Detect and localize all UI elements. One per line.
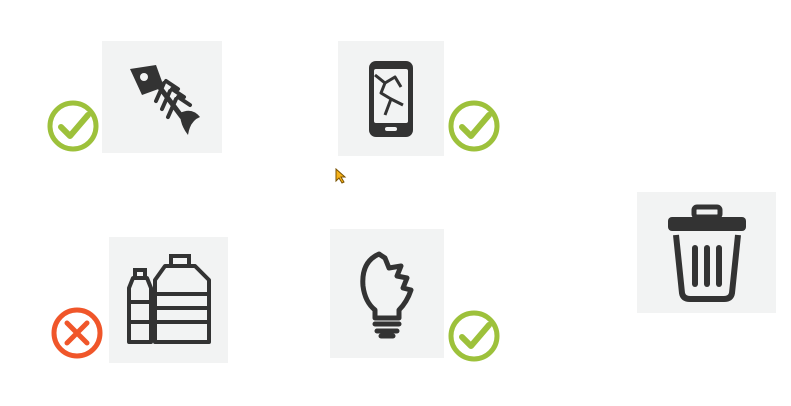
item-tile-broken-phone[interactable] bbox=[338, 41, 444, 156]
mouse-cursor-icon bbox=[335, 167, 347, 184]
status-cross-icon-plastic-bottles bbox=[50, 306, 104, 360]
broken-phone-icon bbox=[369, 60, 413, 137]
status-check-icon-broken-lightbulb bbox=[447, 309, 501, 363]
plastic-bottles-icon bbox=[126, 254, 211, 344]
fish-bone-icon bbox=[130, 65, 200, 135]
item-tile-broken-lightbulb[interactable] bbox=[330, 229, 444, 358]
trash-bin-target[interactable] bbox=[637, 192, 776, 313]
broken-lightbulb-icon bbox=[360, 251, 414, 338]
trash-bin-icon bbox=[667, 204, 746, 302]
item-tile-fish-bone[interactable] bbox=[102, 41, 222, 153]
status-check-icon-fish-bone bbox=[46, 99, 100, 153]
status-check-icon-broken-phone bbox=[447, 99, 501, 153]
item-tile-plastic-bottles[interactable] bbox=[109, 237, 228, 363]
